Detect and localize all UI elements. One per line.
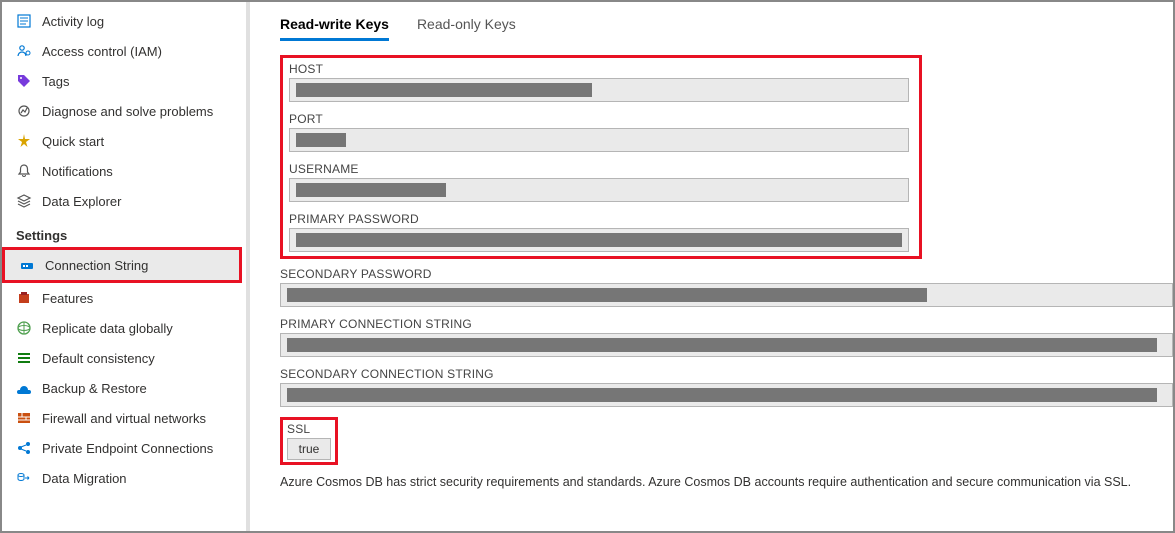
- notifications-icon: [16, 163, 32, 179]
- field-label-host: HOST: [289, 62, 913, 76]
- sidebar-item-label: Tags: [42, 74, 69, 89]
- sidebar-item-label: Access control (IAM): [42, 44, 162, 59]
- sidebar-item-data-migration[interactable]: Data Migration: [2, 463, 246, 493]
- firewall-icon: [16, 410, 32, 426]
- main-panel: Read-write Keys Read-only Keys HOST PORT…: [250, 2, 1173, 531]
- sidebar-item-label: Backup & Restore: [42, 381, 147, 396]
- field-port: PORT: [289, 112, 913, 152]
- connection-string-icon: [19, 257, 35, 273]
- field-label-primary-password: PRIMARY PASSWORD: [289, 212, 913, 226]
- redacted-value: [296, 133, 346, 147]
- sidebar-item-label: Private Endpoint Connections: [42, 441, 213, 456]
- keys-tabs: Read-write Keys Read-only Keys: [280, 16, 1173, 41]
- private-endpoint-icon: [16, 440, 32, 456]
- redacted-value: [296, 183, 446, 197]
- access-control-icon: [16, 43, 32, 59]
- redacted-value: [287, 388, 1157, 402]
- sidebar-item-activity-log[interactable]: Activity log: [2, 6, 246, 36]
- field-primary-connection-string: PRIMARY CONNECTION STRING: [280, 317, 1173, 357]
- highlighted-connection-fields: HOST PORT USERNAME PRIMARY PASSWORD: [280, 55, 922, 259]
- sidebar-item-label: Firewall and virtual networks: [42, 411, 206, 426]
- redacted-value: [296, 233, 902, 247]
- field-label-username: USERNAME: [289, 162, 913, 176]
- field-host: HOST: [289, 62, 913, 102]
- sidebar-item-label: Notifications: [42, 164, 113, 179]
- sidebar-item-label: Diagnose and solve problems: [42, 104, 213, 119]
- redacted-value: [296, 83, 592, 97]
- sidebar-item-tags[interactable]: Tags: [2, 66, 246, 96]
- highlight-connection-string: Connection String: [2, 247, 242, 283]
- features-icon: [16, 290, 32, 306]
- field-primary-password: PRIMARY PASSWORD: [289, 212, 913, 252]
- sidebar-item-label: Replicate data globally: [42, 321, 173, 336]
- input-primary-connection-string[interactable]: [280, 333, 1173, 357]
- footer-security-note: Azure Cosmos DB has strict security requ…: [280, 475, 1173, 489]
- field-label-port: PORT: [289, 112, 913, 126]
- redacted-value: [287, 288, 927, 302]
- sidebar-item-diagnose[interactable]: Diagnose and solve problems: [2, 96, 246, 126]
- field-label-ssl: SSL: [287, 422, 331, 436]
- sidebar-item-label: Data Migration: [42, 471, 127, 486]
- sidebar-item-label: Default consistency: [42, 351, 155, 366]
- input-secondary-connection-string[interactable]: [280, 383, 1173, 407]
- field-secondary-password: SECONDARY PASSWORD: [280, 267, 1173, 307]
- quick-start-icon: [16, 133, 32, 149]
- input-username[interactable]: [289, 178, 909, 202]
- backup-icon: [16, 380, 32, 396]
- sidebar-item-label: Features: [42, 291, 93, 306]
- field-secondary-connection-string: SECONDARY CONNECTION STRING: [280, 367, 1173, 407]
- sidebar-section-settings: Settings: [2, 216, 246, 247]
- sidebar-item-private-endpoint[interactable]: Private Endpoint Connections: [2, 433, 246, 463]
- sidebar-item-label: Connection String: [45, 258, 148, 273]
- diagnose-icon: [16, 103, 32, 119]
- sidebar: Activity log Access control (IAM) Tags D…: [2, 2, 250, 531]
- highlighted-ssl: SSL true: [280, 417, 338, 465]
- field-username: USERNAME: [289, 162, 913, 202]
- field-label-secondary-conn: SECONDARY CONNECTION STRING: [280, 367, 1173, 381]
- sidebar-item-label: Data Explorer: [42, 194, 121, 209]
- sidebar-item-consistency[interactable]: Default consistency: [2, 343, 246, 373]
- sidebar-item-label: Activity log: [42, 14, 104, 29]
- sidebar-item-quick-start[interactable]: Quick start: [2, 126, 246, 156]
- sidebar-item-connection-string[interactable]: Connection String: [5, 250, 239, 280]
- input-primary-password[interactable]: [289, 228, 909, 252]
- tags-icon: [16, 73, 32, 89]
- sidebar-item-backup[interactable]: Backup & Restore: [2, 373, 246, 403]
- data-explorer-icon: [16, 193, 32, 209]
- input-port[interactable]: [289, 128, 909, 152]
- sidebar-item-features[interactable]: Features: [2, 283, 246, 313]
- activity-log-icon: [16, 13, 32, 29]
- redacted-value: [287, 338, 1157, 352]
- tab-read-only-keys[interactable]: Read-only Keys: [417, 16, 516, 41]
- sidebar-item-access-control[interactable]: Access control (IAM): [2, 36, 246, 66]
- replicate-icon: [16, 320, 32, 336]
- sidebar-item-label: Quick start: [42, 134, 104, 149]
- sidebar-item-replicate[interactable]: Replicate data globally: [2, 313, 246, 343]
- input-ssl[interactable]: true: [287, 438, 331, 460]
- input-secondary-password[interactable]: [280, 283, 1173, 307]
- field-label-primary-conn: PRIMARY CONNECTION STRING: [280, 317, 1173, 331]
- data-migration-icon: [16, 470, 32, 486]
- tab-read-write-keys[interactable]: Read-write Keys: [280, 16, 389, 41]
- sidebar-item-data-explorer[interactable]: Data Explorer: [2, 186, 246, 216]
- input-host[interactable]: [289, 78, 909, 102]
- field-label-secondary-password: SECONDARY PASSWORD: [280, 267, 1173, 281]
- sidebar-item-notifications[interactable]: Notifications: [2, 156, 246, 186]
- sidebar-item-firewall[interactable]: Firewall and virtual networks: [2, 403, 246, 433]
- consistency-icon: [16, 350, 32, 366]
